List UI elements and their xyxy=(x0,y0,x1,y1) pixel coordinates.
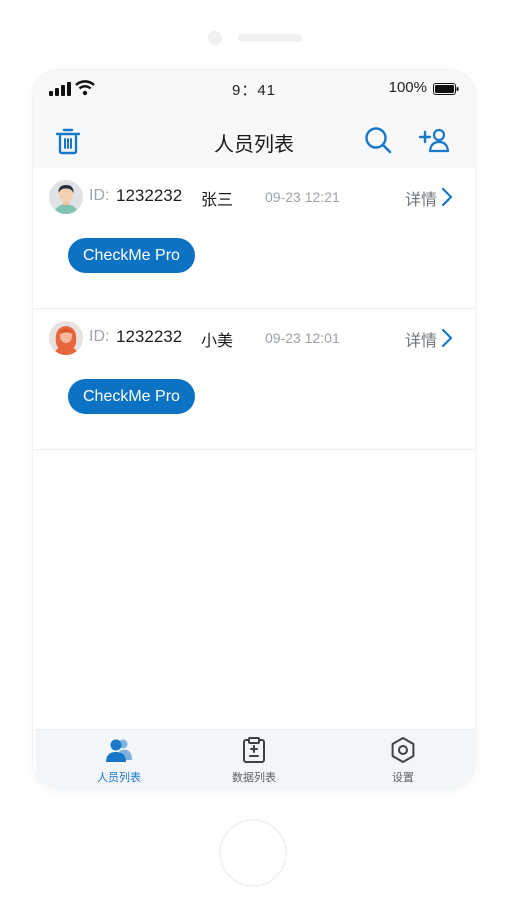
tab-bar: 人员列表 数据列表 设置 xyxy=(36,729,475,788)
add-user-icon[interactable] xyxy=(419,127,449,153)
record-date: 09-23 12:01 xyxy=(265,330,340,346)
list-item[interactable]: ID: 1232232 小美 09-23 12:01 详情 CheckMe Pr… xyxy=(33,309,475,450)
detail-link[interactable]: 详情 xyxy=(405,327,437,351)
battery-percent: 100% xyxy=(388,79,427,96)
people-list: ID: 1232232 张三 09-23 12:21 详情 CheckMe Pr… xyxy=(33,168,475,450)
person-id: 1232232 xyxy=(116,186,183,205)
clipboard-icon xyxy=(243,737,265,763)
tab-people-list[interactable]: 人员列表 xyxy=(64,730,174,788)
person-name: 张三 xyxy=(201,190,234,209)
device-tag[interactable]: CheckMe Pro xyxy=(68,238,195,273)
phone-camera xyxy=(208,31,222,45)
chevron-right-icon[interactable] xyxy=(441,328,453,348)
record-date: 09-23 12:21 xyxy=(265,189,340,205)
id-label: ID: xyxy=(89,187,110,204)
tab-label: 数据列表 xyxy=(232,771,276,784)
list-item[interactable]: ID: 1232232 张三 09-23 12:21 详情 CheckMe Pr… xyxy=(33,168,475,309)
phone-screen: 9：41 100% 人员列表 ID: 1232232 张三 09-23 12:2… xyxy=(33,70,475,788)
page-title: 人员列表 xyxy=(214,132,294,156)
tab-settings[interactable]: 设置 xyxy=(348,730,458,788)
detail-link[interactable]: 详情 xyxy=(405,186,437,210)
battery-icon xyxy=(433,83,459,95)
settings-icon xyxy=(391,737,415,763)
people-icon xyxy=(106,739,132,762)
chevron-right-icon[interactable] xyxy=(441,187,453,207)
search-icon[interactable] xyxy=(364,126,392,154)
status-bar: 9：41 100% xyxy=(33,70,475,110)
nav-bar: 人员列表 xyxy=(33,110,475,168)
id-label: ID: xyxy=(89,328,110,345)
male-avatar xyxy=(49,180,83,214)
tab-label: 设置 xyxy=(392,771,414,784)
person-id: 1232232 xyxy=(116,327,183,346)
home-button[interactable] xyxy=(219,819,287,887)
female-avatar xyxy=(49,321,83,355)
tab-data-list[interactable]: 数据列表 xyxy=(199,730,309,788)
person-name: 小美 xyxy=(201,331,234,350)
tab-label: 人员列表 xyxy=(97,771,141,784)
device-tag[interactable]: CheckMe Pro xyxy=(68,379,195,414)
phone-speaker xyxy=(238,34,302,42)
